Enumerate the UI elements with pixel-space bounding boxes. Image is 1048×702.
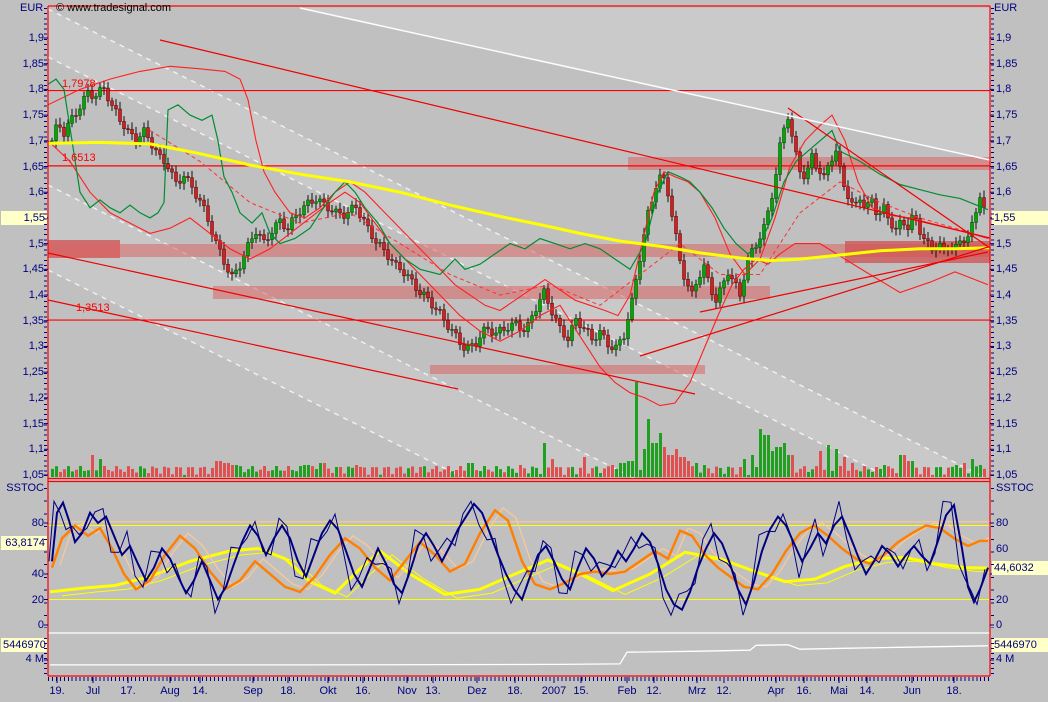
price-tick-label-left: 1,8	[2, 82, 44, 96]
time-tick-label: 18.	[495, 684, 535, 698]
price-tick-label-left: 1,85	[2, 57, 44, 71]
sstoc-tick-label-right: 20	[996, 593, 1008, 607]
price-tick-label-left: 1,6	[2, 185, 44, 199]
price-level-label-2: 1,6513	[62, 151, 96, 165]
open-interest-line	[50, 645, 988, 665]
sstoc-navy-thin	[49, 501, 985, 615]
price-pane[interactable]	[48, 8, 990, 478]
chart-canvas[interactable]	[0, 0, 1048, 702]
time-tick-label: Dez	[457, 684, 497, 698]
price-tick-label-left: 1,5	[2, 237, 44, 251]
price-tick-label-left: 1,15	[2, 417, 44, 431]
price-axis-minor-ticks-right	[991, 8, 994, 476]
price-tick-label-left: 1,9	[2, 31, 44, 45]
time-tick-label: 19.	[37, 684, 77, 698]
price-tick-label-right: 1,85	[996, 57, 1017, 71]
trading-chart-window: EUR © www.tradesignal.com EUR 1,7978 1,6…	[0, 0, 1048, 702]
sstoc-orange-line	[52, 510, 988, 592]
current-price-badge-right: 1,55	[992, 211, 1048, 225]
sstoc-tick-label-right: 80	[996, 516, 1008, 530]
time-axis-minor-ticks	[48, 677, 990, 681]
sstoc-pane[interactable]	[48, 501, 990, 615]
oi-axis-minor-ticks-left	[44, 638, 47, 676]
price-tick-label-right: 1,15	[996, 417, 1017, 431]
oi-axis-minor-ticks-right	[991, 638, 994, 676]
oi-unit-label-right: 4 M	[996, 652, 1014, 666]
channel-shade	[48, 185, 634, 478]
time-tick-label: Jun	[892, 684, 932, 698]
sstoc-tick-label-left: 20	[2, 593, 44, 607]
time-tick-label: Jul	[73, 684, 113, 698]
price-tick-label-right: 1,45	[996, 262, 1017, 276]
price-tick-label-right: 1,25	[996, 365, 1017, 379]
time-tick-label: 18.	[268, 684, 308, 698]
sstoc-axis-minor-ticks-right	[991, 488, 994, 628]
support-resistance-band	[213, 286, 770, 299]
oi-unit-label-left: 4 M	[2, 652, 44, 666]
price-tick-label-left: 1,45	[2, 262, 44, 276]
price-tick-label-right: 1,05	[996, 468, 1017, 482]
currency-label-right: EUR	[994, 1, 1017, 15]
price-tick-label-right: 1,75	[996, 108, 1017, 122]
price-level-label-1: 1,7978	[62, 77, 96, 91]
sstoc-peach-line	[60, 508, 990, 590]
time-tick-label: 12.	[634, 684, 674, 698]
price-tick-label-right: 1,8	[996, 82, 1011, 96]
time-tick-label: 16.	[343, 684, 383, 698]
sstoc-tick-label-right: 60	[996, 542, 1008, 556]
price-tick-label-right: 1,65	[996, 160, 1017, 174]
price-tick-label-right: 1,35	[996, 314, 1017, 328]
time-tick-label: 15.	[561, 684, 601, 698]
time-tick-label: Okt	[308, 684, 348, 698]
price-level-label-3: 1,3513	[76, 301, 110, 315]
time-tick-label: 14.	[847, 684, 887, 698]
price-tick-label-left: 1,2	[2, 391, 44, 405]
price-tick-label-left: 1,4	[2, 288, 44, 302]
sstoc-title-left: SSTOC	[2, 481, 44, 495]
price-tick-label-right: 1,4	[996, 288, 1011, 302]
price-tick-label-left: 1,3	[2, 339, 44, 353]
time-tick-label: 13.	[413, 684, 453, 698]
price-tick-label-left: 1,25	[2, 365, 44, 379]
time-tick-label: 14.	[180, 684, 220, 698]
oi-value-badge-right: 5446970	[992, 638, 1048, 652]
sstoc-title-right: SSTOC	[996, 481, 1034, 495]
current-price-badge-left: 1,55	[1, 211, 47, 225]
sstoc-tick-label-left: 40	[2, 567, 44, 581]
sstoc-tick-label-left: 0	[2, 618, 44, 632]
time-tick-label: 18.	[934, 684, 974, 698]
price-tick-label-left: 1,7	[2, 134, 44, 148]
price-axis-minor-ticks-left	[44, 8, 47, 476]
price-tick-label-right: 1,7	[996, 134, 1011, 148]
price-tick-label-right: 1,6	[996, 185, 1011, 199]
oi-value-badge-left: 5446970	[1, 638, 47, 652]
sstoc-value-badge-right: 44,6032	[992, 561, 1048, 575]
sstoc-tick-label-right: 0	[996, 618, 1002, 632]
price-tick-label-right: 1,9	[996, 31, 1011, 45]
price-tick-label-right: 1,5	[996, 237, 1011, 251]
oi-pane[interactable]	[50, 645, 988, 665]
price-tick-label-right: 1,1	[996, 442, 1011, 456]
price-tick-label-left: 1,75	[2, 108, 44, 122]
price-tick-label-right: 1,3	[996, 339, 1011, 353]
sstoc-tick-label-left: 80	[2, 516, 44, 530]
time-tick-label: 17.	[108, 684, 148, 698]
price-tick-label-left: 1,1	[2, 442, 44, 456]
price-tick-label-left: 1,35	[2, 314, 44, 328]
copyright-label: © www.tradesignal.com	[56, 1, 171, 15]
sstoc-axis-minor-ticks-left	[44, 488, 47, 628]
price-tick-label-left: 1,05	[2, 468, 44, 482]
currency-label-left: EUR	[20, 1, 43, 15]
price-tick-label-left: 1,65	[2, 160, 44, 174]
time-tick-label: 16.	[784, 684, 824, 698]
price-tick-label-right: 1,2	[996, 391, 1011, 405]
sstoc-value-badge-left: 63,8174	[1, 536, 47, 550]
time-tick-label: 12.	[704, 684, 744, 698]
time-tick-label: Sep	[233, 684, 273, 698]
